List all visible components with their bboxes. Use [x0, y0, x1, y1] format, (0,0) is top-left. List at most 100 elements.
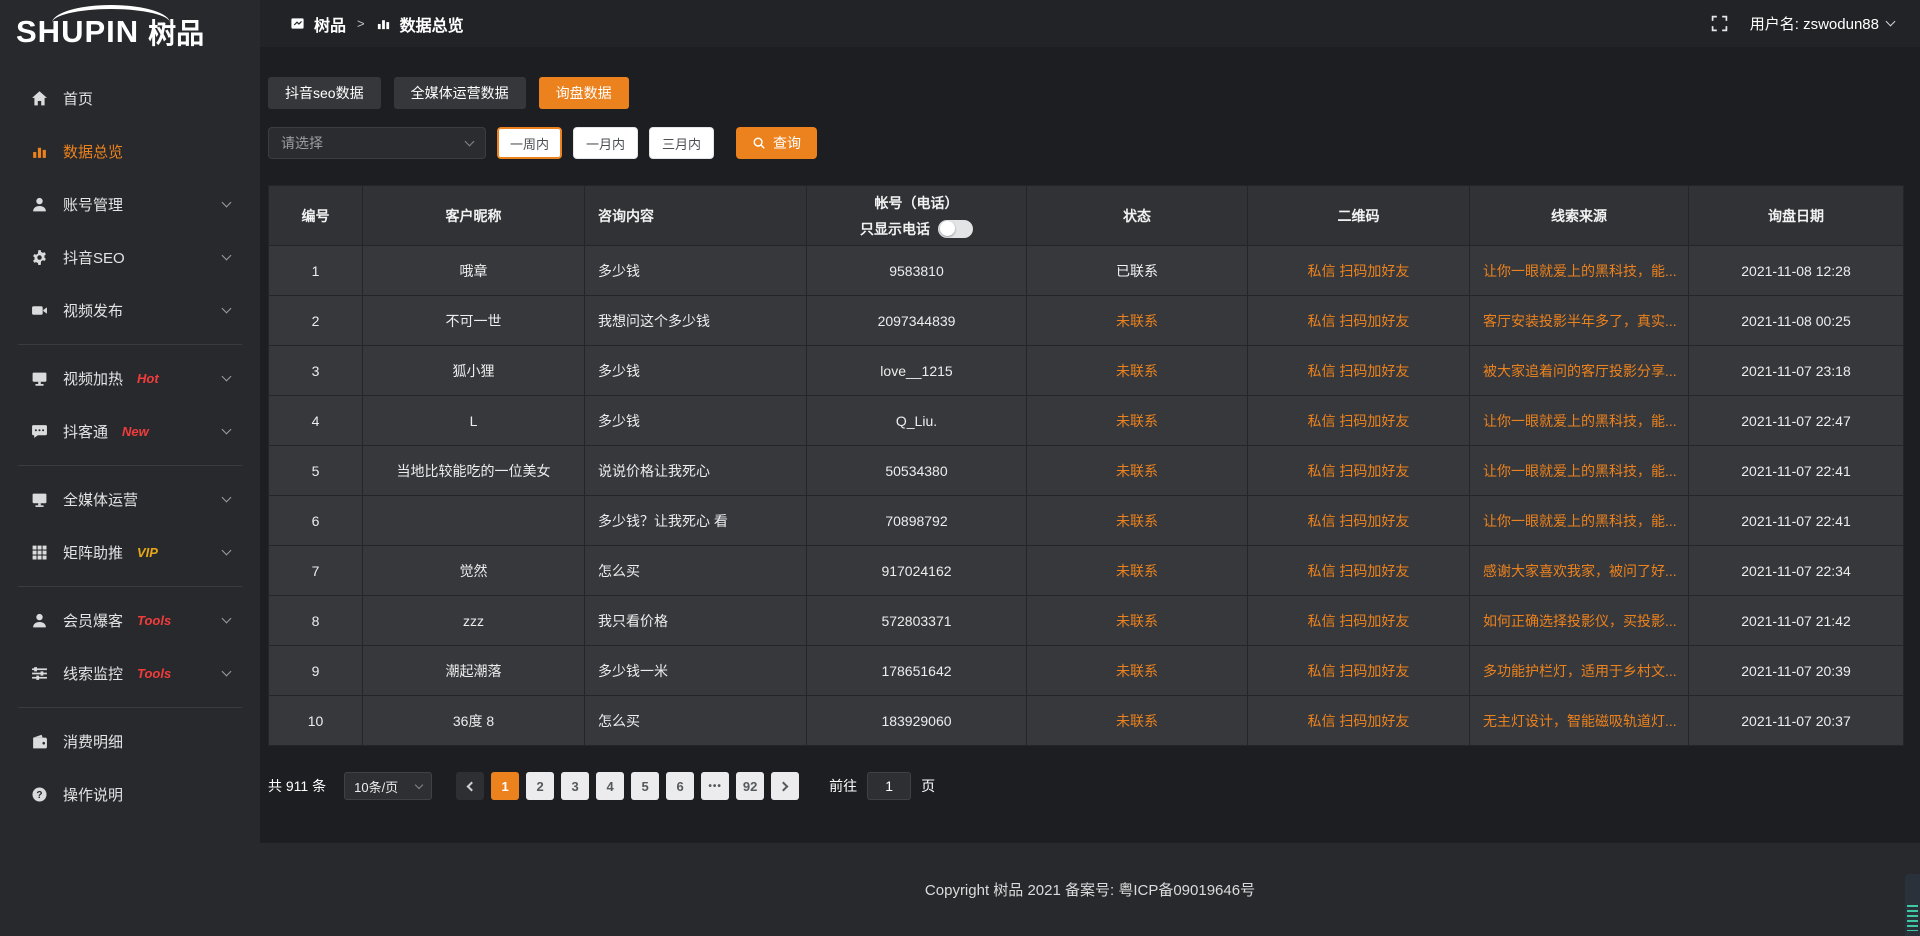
- logo: SHUPIN 树品: [0, 0, 260, 64]
- sidebar-item-member-burst[interactable]: 会员爆客 Tools: [0, 594, 260, 647]
- user-icon: [30, 196, 48, 214]
- cell-status: 未联系: [1027, 296, 1248, 346]
- search-button[interactable]: 查询: [736, 127, 817, 159]
- cell-source-link[interactable]: 客厅安装投影半年多了，真实...: [1470, 296, 1689, 346]
- page-button-2[interactable]: 2: [526, 772, 554, 800]
- cell-status: 未联系: [1027, 346, 1248, 396]
- page-button-5[interactable]: 5: [631, 772, 659, 800]
- sidebar-item-matrix-boost[interactable]: 矩阵助推 VIP: [0, 526, 260, 579]
- cell-source-link[interactable]: 无主灯设计，智能磁吸轨道灯...: [1470, 696, 1689, 746]
- sliders-icon: [30, 665, 48, 683]
- table-row: 10 36度 8 怎么买 183929060 未联系 私信 扫码加好友 无主灯设…: [269, 696, 1904, 746]
- cell-id: 4: [269, 396, 363, 446]
- page-button-6[interactable]: 6: [666, 772, 694, 800]
- phone-only-toggle[interactable]: [938, 220, 973, 238]
- cell-source-link[interactable]: 多功能护栏灯，适用于乡村文...: [1470, 646, 1689, 696]
- username-label: 用户名: zswodun88: [1750, 13, 1879, 34]
- cell-qrcode-link[interactable]: 私信 扫码加好友: [1248, 346, 1470, 396]
- cell-status: 未联系: [1027, 646, 1248, 696]
- tab-inquiry-data[interactable]: 询盘数据: [539, 77, 629, 109]
- page-button-4[interactable]: 4: [596, 772, 624, 800]
- cell-qrcode-link[interactable]: 私信 扫码加好友: [1248, 546, 1470, 596]
- cell-source-link[interactable]: 让你一眼就爱上的黑科技，能...: [1470, 246, 1689, 296]
- page-size-select[interactable]: 10条/页: [344, 772, 432, 800]
- cell-source-link[interactable]: 被大家追着问的客厅投影分享...: [1470, 346, 1689, 396]
- home-icon: [30, 90, 48, 108]
- filter-select-placeholder: 请选择: [281, 133, 323, 153]
- cell-source-link[interactable]: 让你一眼就爱上的黑科技，能...: [1470, 396, 1689, 446]
- floating-widget[interactable]: [1905, 874, 1920, 936]
- cell-nickname: [363, 496, 585, 546]
- sidebar-item-omnimedia-operation[interactable]: 全媒体运营: [0, 473, 260, 526]
- sidebar-item-operation-guide[interactable]: ? 操作说明: [0, 768, 260, 821]
- sidebar-item-video-publish[interactable]: 视频发布: [0, 284, 260, 337]
- sidebar-item-video-heating[interactable]: 视频加热 Hot: [0, 352, 260, 405]
- table-row: 4 L 多少钱 Q_Liu. 未联系 私信 扫码加好友 让你一眼就爱上的黑科技，…: [269, 396, 1904, 446]
- prev-page-button[interactable]: [456, 772, 484, 800]
- sidebar-item-doukaitong[interactable]: 抖客通 New: [0, 405, 260, 458]
- cell-account: 917024162: [807, 546, 1027, 596]
- copyright-text: Copyright 树品 2021 备案号: 粤ICP备09019646号: [925, 879, 1255, 900]
- sidebar-item-lead-monitor[interactable]: 线索监控 Tools: [0, 647, 260, 700]
- more-pages-button[interactable]: •••: [701, 772, 729, 800]
- sidebar-item-douyin-seo[interactable]: 抖音SEO: [0, 231, 260, 284]
- cell-qrcode-link[interactable]: 私信 扫码加好友: [1248, 596, 1470, 646]
- cell-qrcode-link[interactable]: 私信 扫码加好友: [1248, 296, 1470, 346]
- user-menu[interactable]: 用户名: zswodun88: [1750, 13, 1894, 34]
- sidebar-item-home[interactable]: 首页: [0, 72, 260, 125]
- cell-qrcode-link[interactable]: 私信 扫码加好友: [1248, 646, 1470, 696]
- tools-badge: Tools: [137, 613, 171, 628]
- sidebar-item-label: 操作说明: [63, 784, 123, 805]
- cell-source-link[interactable]: 让你一眼就爱上的黑科技，能...: [1470, 496, 1689, 546]
- breadcrumb-root-label[interactable]: 树品: [314, 12, 346, 36]
- cell-account: love__1215: [807, 346, 1027, 396]
- cell-source-link[interactable]: 感谢大家喜欢我家，被问了好...: [1470, 546, 1689, 596]
- tab-douyin-seo-data[interactable]: 抖音seo数据: [268, 77, 381, 109]
- cell-qrcode-link[interactable]: 私信 扫码加好友: [1248, 246, 1470, 296]
- next-page-button[interactable]: [771, 772, 799, 800]
- new-badge: New: [122, 424, 149, 439]
- cell-id: 2: [269, 296, 363, 346]
- cell-status: 未联系: [1027, 396, 1248, 446]
- sidebar: SHUPIN 树品 首页 数据总览 账号管理 抖音SEO: [0, 0, 260, 936]
- page-button-1[interactable]: 1: [491, 772, 519, 800]
- fullscreen-icon[interactable]: [1711, 15, 1728, 32]
- cell-content: 多少钱: [585, 396, 807, 446]
- cell-qrcode-link[interactable]: 私信 扫码加好友: [1248, 496, 1470, 546]
- goto-page-input[interactable]: [867, 772, 911, 800]
- cell-nickname: zzz: [363, 596, 585, 646]
- page-button-92[interactable]: 92: [736, 772, 764, 800]
- chevron-right-icon: [779, 781, 789, 791]
- wallet-icon: [30, 733, 48, 751]
- range-week-button[interactable]: 一周内: [497, 127, 562, 159]
- range-month-button[interactable]: 一月内: [573, 127, 638, 159]
- sidebar-item-consumption-detail[interactable]: 消费明细: [0, 715, 260, 768]
- col-header-account: 帐号（电话） 只显示电话: [807, 186, 1027, 246]
- range-quarter-button[interactable]: 三月内: [649, 127, 714, 159]
- breadcrumb-chart-icon: [376, 16, 391, 31]
- cell-date: 2021-11-07 20:39: [1689, 646, 1904, 696]
- cell-qrcode-link[interactable]: 私信 扫码加好友: [1248, 396, 1470, 446]
- cell-qrcode-link[interactable]: 私信 扫码加好友: [1248, 446, 1470, 496]
- sidebar-item-account-management[interactable]: 账号管理: [0, 178, 260, 231]
- cell-content: 多少钱一米: [585, 646, 807, 696]
- main-column: 树品 > 数据总览 用户名: zswodun88 抖音seo数据 全媒体运营数据…: [260, 0, 1920, 936]
- table-row: 2 不可一世 我想问这个多少钱 2097344839 未联系 私信 扫码加好友 …: [269, 296, 1904, 346]
- cell-account: 70898792: [807, 496, 1027, 546]
- svg-text:?: ?: [36, 790, 42, 801]
- sidebar-item-data-overview[interactable]: 数据总览: [0, 125, 260, 178]
- page-button-3[interactable]: 3: [561, 772, 589, 800]
- topbar-right: 用户名: zswodun88: [1711, 13, 1894, 34]
- cell-source-link[interactable]: 让你一眼就爱上的黑科技，能...: [1470, 446, 1689, 496]
- chevron-down-icon: [222, 546, 232, 556]
- filter-select[interactable]: 请选择: [268, 127, 486, 159]
- cell-id: 10: [269, 696, 363, 746]
- cell-qrcode-link[interactable]: 私信 扫码加好友: [1248, 696, 1470, 746]
- tab-omnimedia-data[interactable]: 全媒体运营数据: [394, 77, 526, 109]
- pagination: 共 911 条 10条/页 1 2 3 4 5 6 ••• 92 前往 页: [268, 772, 1904, 800]
- app-root: SHUPIN 树品 首页 数据总览 账号管理 抖音SEO: [0, 0, 1920, 936]
- cell-source-link[interactable]: 如何正确选择投影仪，买投影...: [1470, 596, 1689, 646]
- cell-account: Q_Liu.: [807, 396, 1027, 446]
- table-row: 3 狐小狸 多少钱 love__1215 未联系 私信 扫码加好友 被大家追着问…: [269, 346, 1904, 396]
- table-row: 5 当地比较能吃的一位美女 说说价格让我死心 50534380 未联系 私信 扫…: [269, 446, 1904, 496]
